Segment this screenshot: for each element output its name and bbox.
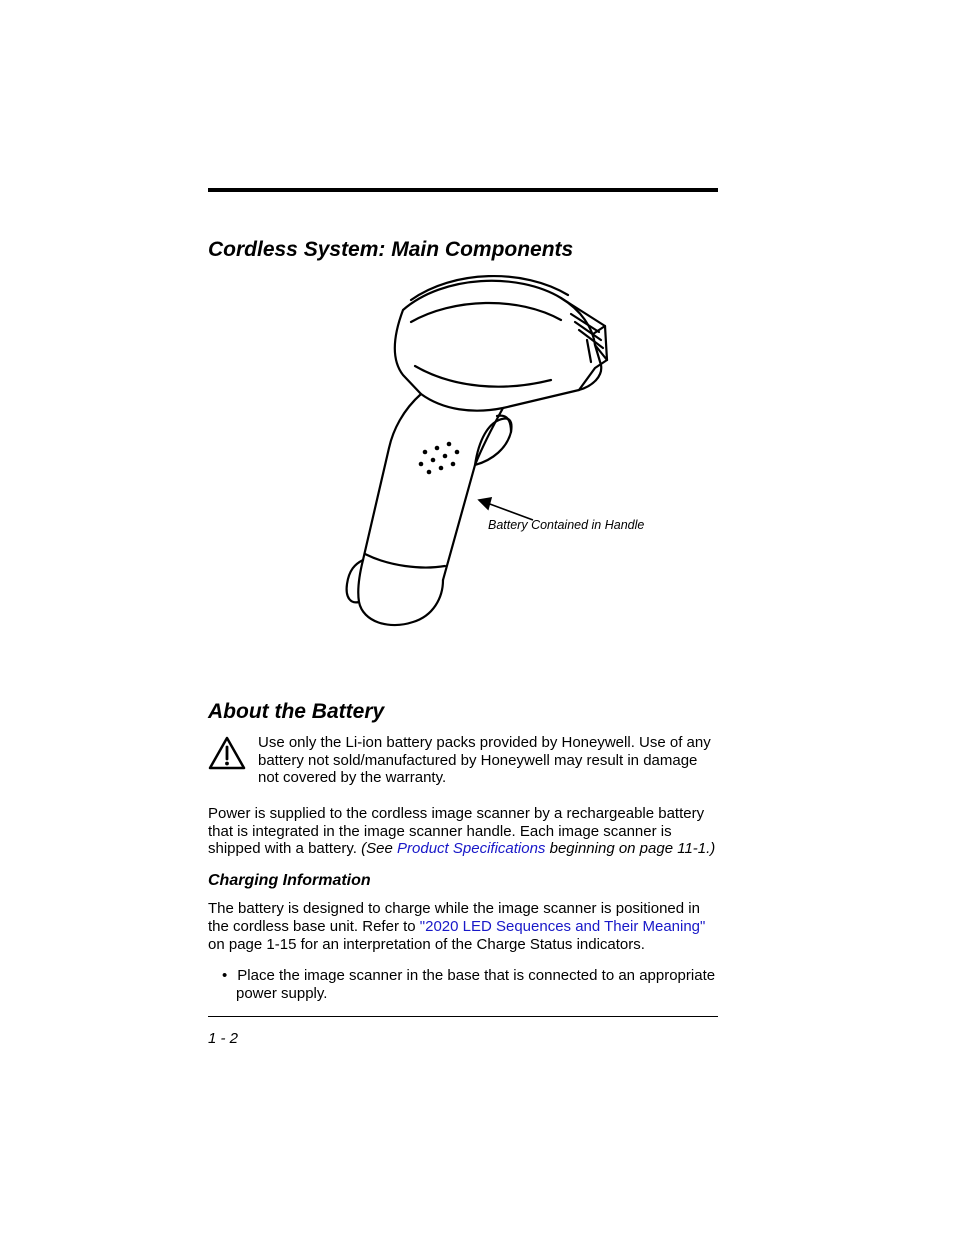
bullet-item-1: Place the image scanner in the base that… (210, 967, 718, 1003)
figure-scanner: Battery Contained in Handle (208, 270, 718, 640)
top-horizontal-rule (208, 188, 718, 192)
warning-block: Use only the Li-ion battery packs provid… (208, 734, 718, 787)
subheading-charging-info: Charging Information (208, 872, 718, 890)
scanner-illustration (293, 270, 633, 640)
heading-cordless-system: Cordless System: Main Components (208, 238, 718, 262)
link-product-specifications[interactable]: Product Specifications (397, 840, 545, 857)
warning-text: Use only the Li-ion battery packs provid… (258, 734, 718, 787)
link-led-sequences[interactable]: "2020 LED Sequences and Their Meaning" (420, 918, 706, 935)
text-power-see-open: (See (361, 840, 397, 857)
paragraph-power: Power is supplied to the cordless image … (208, 805, 718, 858)
bullet-list: Place the image scanner in the base that… (208, 967, 718, 1003)
page-number: 1 - 2 (208, 1030, 238, 1047)
text-charge-b: on page 1-15 for an interpretation of th… (208, 936, 645, 953)
figure-callout-label: Battery Contained in Handle (488, 518, 644, 532)
warning-icon (208, 736, 246, 770)
footer-rule (208, 1016, 718, 1017)
heading-about-battery: About the Battery (208, 700, 718, 724)
text-power-see-close: beginning on page 11-1.) (545, 840, 715, 857)
paragraph-charging: The battery is designed to charge while … (208, 900, 718, 953)
